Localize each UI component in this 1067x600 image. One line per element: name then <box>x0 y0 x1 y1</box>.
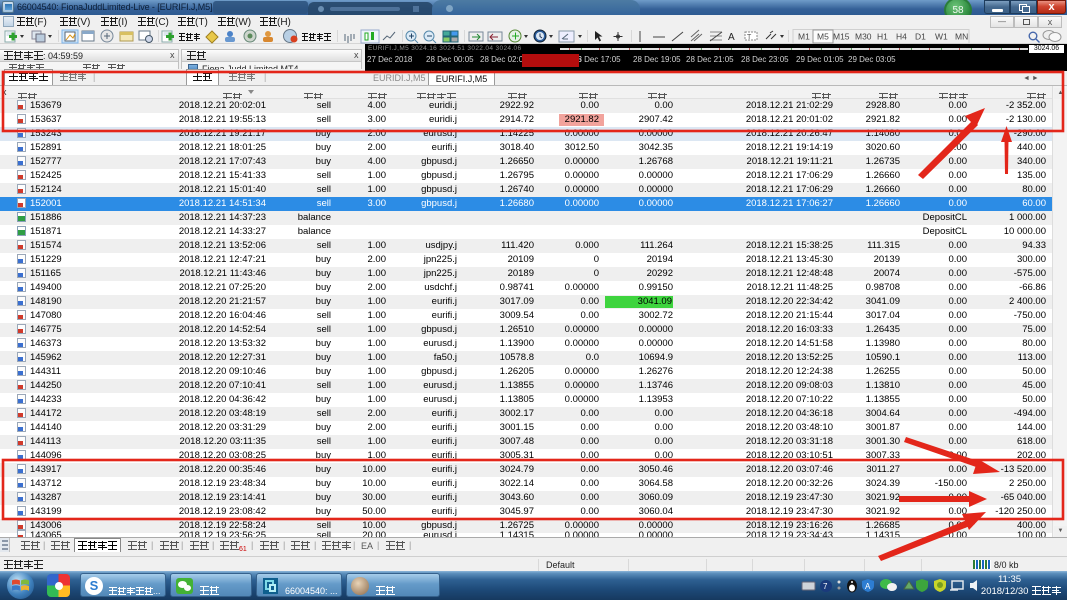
svg-text:M15: M15 <box>833 32 850 42</box>
svg-text:W1: W1 <box>935 32 948 42</box>
svg-text:T: T <box>747 34 752 41</box>
svg-text:D1: D1 <box>915 32 926 42</box>
svg-text:7: 7 <box>823 582 828 591</box>
svg-text:A: A <box>728 32 735 43</box>
svg-text:M5: M5 <box>817 32 829 42</box>
svg-text:MN: MN <box>955 32 968 42</box>
svg-text:H1: H1 <box>877 32 888 42</box>
svg-text:M30: M30 <box>855 32 872 42</box>
svg-text:M1: M1 <box>798 32 810 42</box>
svg-text:A: A <box>865 582 871 591</box>
svg-text:H4: H4 <box>896 32 907 42</box>
